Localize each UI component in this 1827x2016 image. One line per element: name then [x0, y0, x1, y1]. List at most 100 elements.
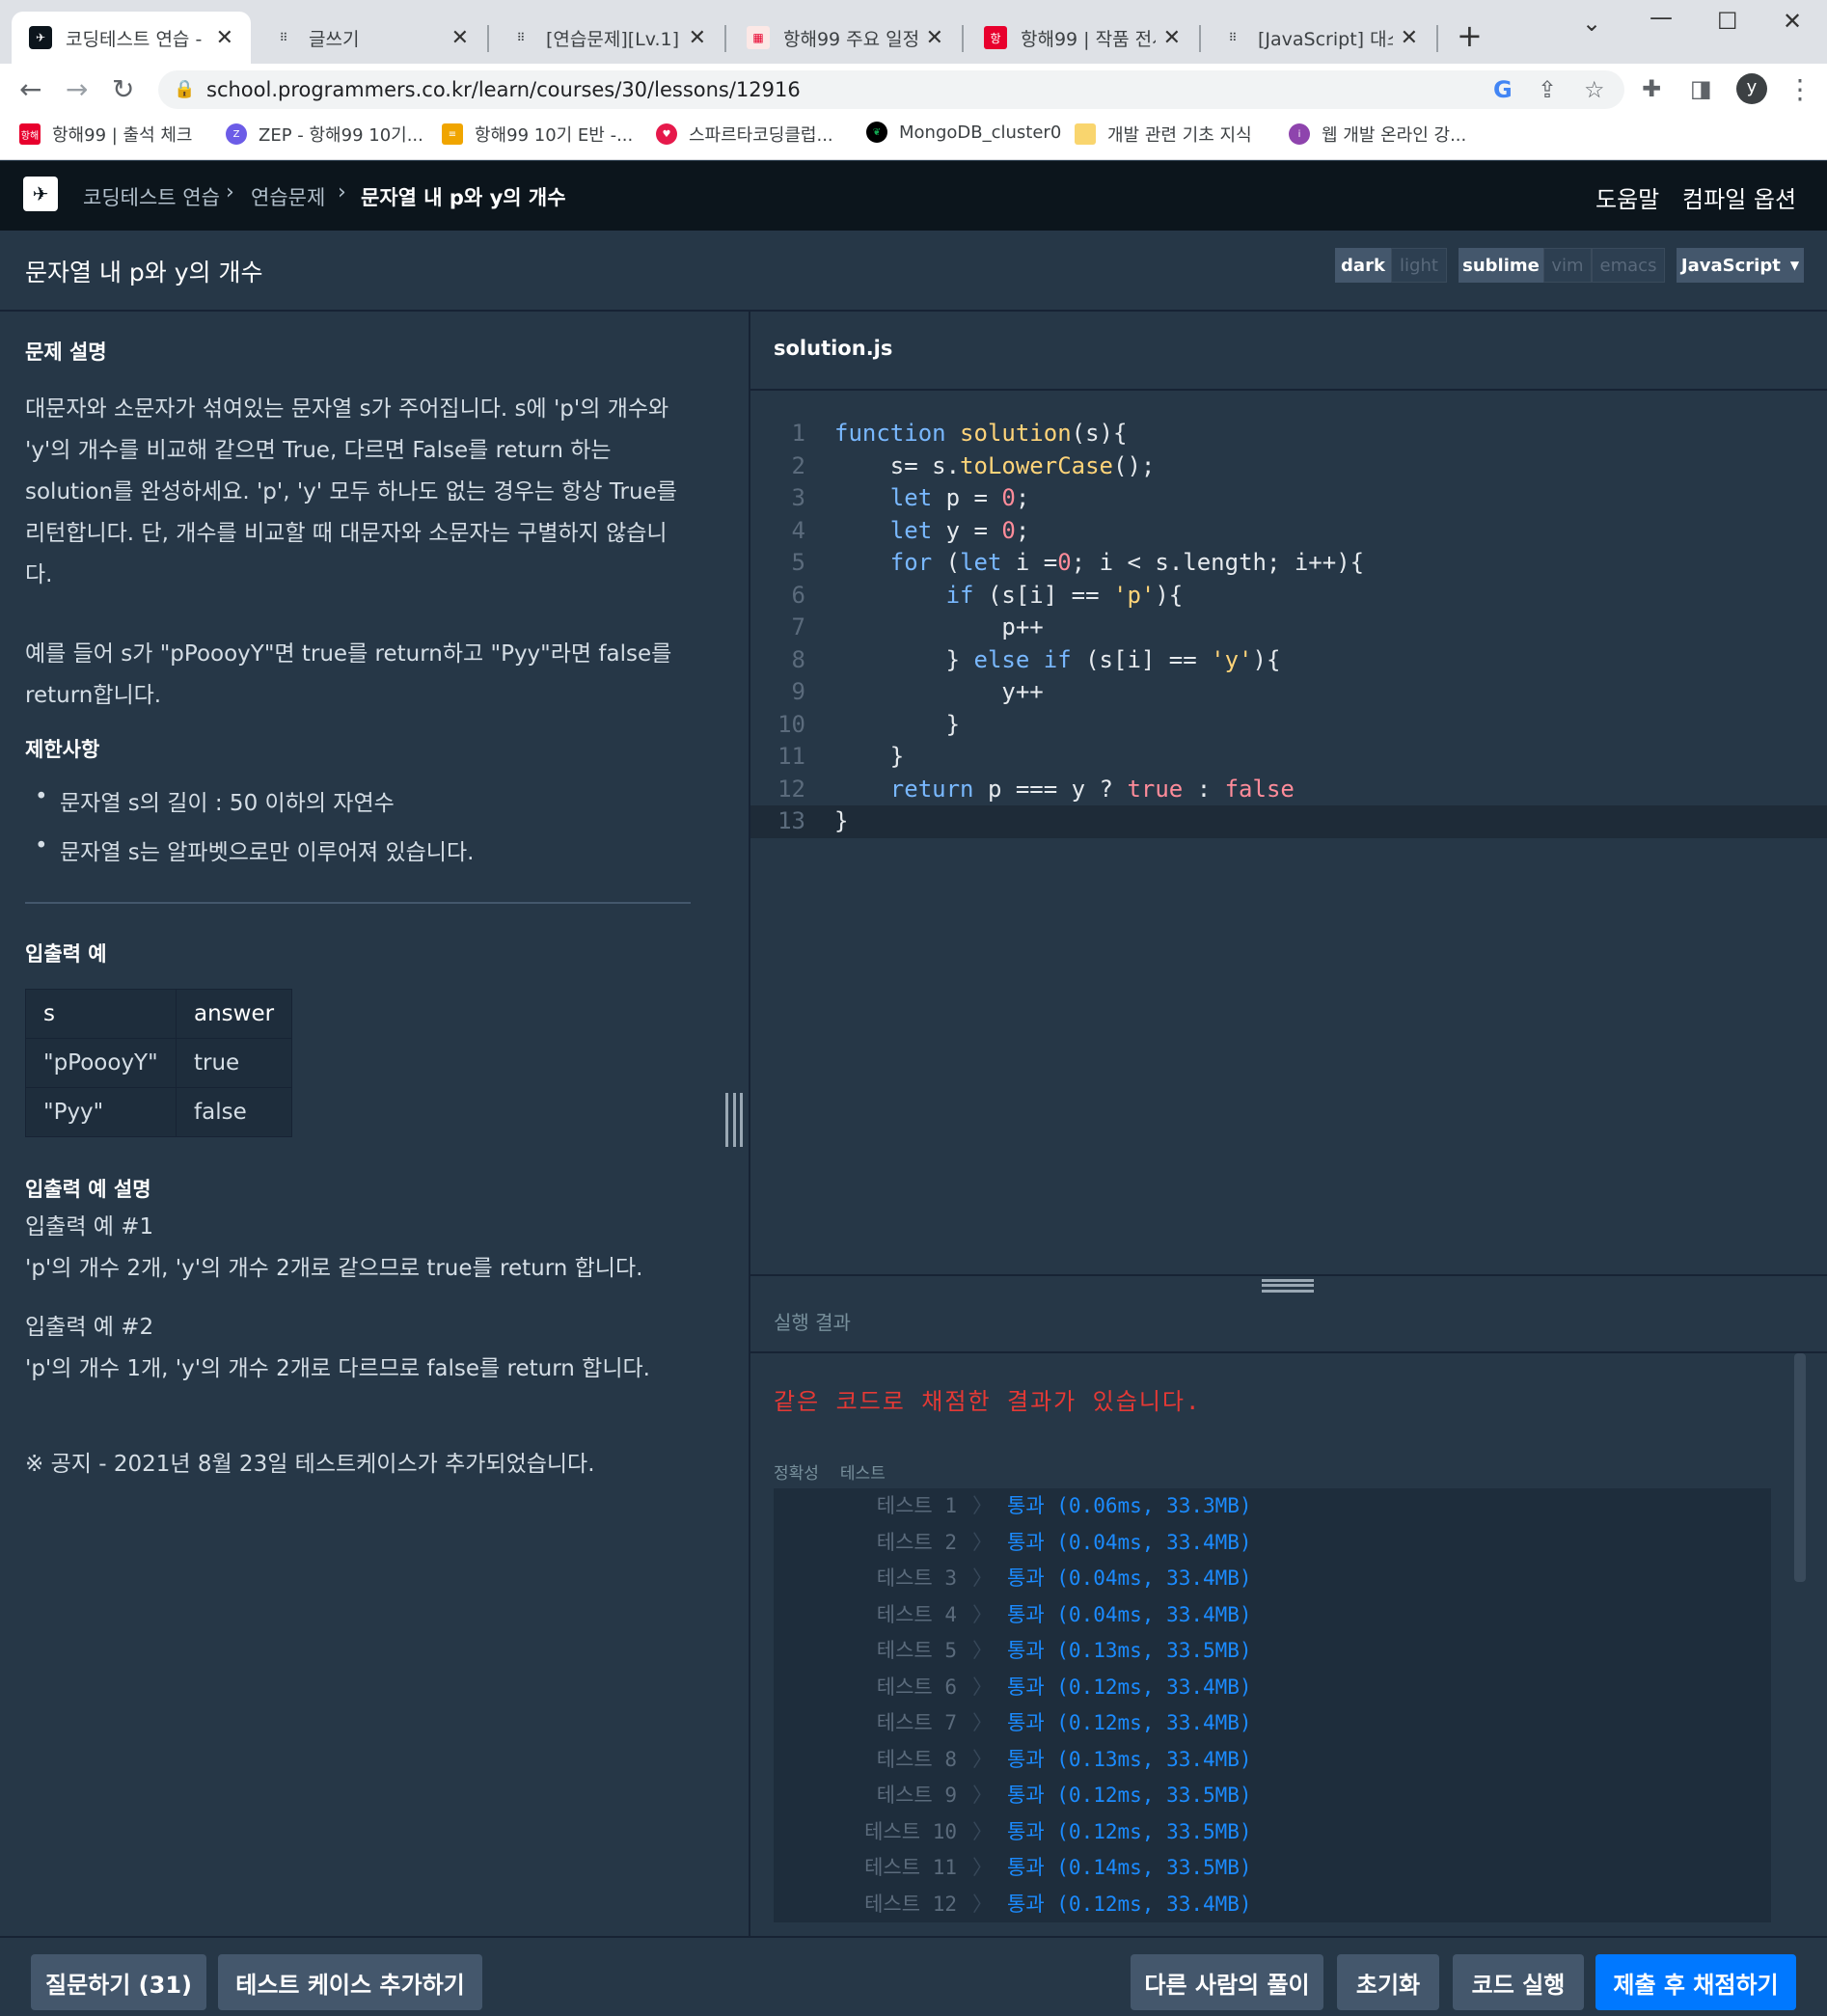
tab-close-icon[interactable]: ✕: [926, 26, 943, 50]
tab-close-icon[interactable]: ✕: [1163, 26, 1181, 50]
test-result-row: 테스트 11 〉 통과 (0.14ms, 33.5MB): [774, 1850, 1771, 1887]
side-panel-icon[interactable]: ◨: [1690, 75, 1712, 102]
line-number: 6: [791, 581, 805, 609]
new-tab-button[interactable]: +: [1457, 17, 1483, 54]
test-name: 테스트 4: [876, 1602, 957, 1626]
tab-search-icon[interactable]: ⌄: [1582, 10, 1601, 37]
tab-close-icon[interactable]: ✕: [216, 26, 233, 50]
browser-tab[interactable]: 항 항해99 | 작품 전시 ✕: [967, 12, 1198, 64]
tab-close-icon[interactable]: ✕: [451, 26, 469, 50]
editor-filename: solution.js: [774, 337, 893, 360]
tab-title: [연습문제][Lv.1] 정: [546, 28, 681, 50]
language-select[interactable]: JavaScript ▼: [1677, 248, 1804, 283]
programmers-favicon-icon: ✈: [29, 26, 52, 49]
code-text: }: [834, 710, 961, 738]
theme-dark-button[interactable]: dark: [1335, 248, 1391, 283]
chevron-right-icon: 〉: [972, 1494, 993, 1517]
tab-title: 항해99 | 작품 전시: [1021, 28, 1156, 50]
google-icon[interactable]: G: [1493, 76, 1513, 103]
bookmark-item[interactable]: 항해 항해99 | 출석 체크: [19, 122, 193, 147]
code-text: }: [834, 743, 905, 770]
tab-close-icon[interactable]: ✕: [689, 26, 706, 50]
code-line[interactable]: 12 return p === y ? true : false: [750, 774, 1827, 806]
code-line[interactable]: 10 }: [750, 709, 1827, 742]
bookmark-item[interactable]: ♥ 스파르타코딩클럽...: [656, 122, 833, 147]
window-close-icon[interactable]: ✕: [1783, 8, 1802, 35]
test-results-table: 테스트 1 〉 통과 (0.06ms, 33.3MB) 테스트 2 〉 통과 (0.04m…: [774, 1488, 1771, 1922]
bookmark-item[interactable]: Z ZEP - 항해99 10기...: [226, 122, 423, 147]
code-line[interactable]: 11 }: [750, 741, 1827, 774]
table-row: "pPoooyY" true: [25, 1038, 293, 1088]
code-text: if (s[i] == 'p'){: [945, 581, 1184, 609]
others-solution-button[interactable]: 다른 사람의 풀이: [1131, 1954, 1323, 2010]
code-line[interactable]: 1 function solution(s){: [750, 418, 1827, 450]
code-line[interactable]: 2 s= s.toLowerCase();: [750, 450, 1827, 483]
line-number: 12: [777, 775, 805, 803]
test-result: 통과 (0.14ms, 33.5MB): [1007, 1856, 1252, 1879]
submit-button[interactable]: 제출 후 채점하기: [1595, 1954, 1796, 2010]
horizontal-resize-handle[interactable]: [725, 1093, 743, 1147]
code-editor[interactable]: 1 function solution(s){2 s= s.toLowerCase…: [750, 391, 1827, 1274]
tab-close-icon[interactable]: ✕: [1401, 26, 1418, 50]
keymap-vim-button[interactable]: vim: [1543, 248, 1592, 283]
bookmark-star-icon[interactable]: ☆: [1584, 76, 1605, 103]
browser-tab[interactable]: ▦ 항해99 주요 일정 ✕: [729, 12, 961, 64]
browser-tab[interactable]: ⠿ [연습문제][Lv.1] 정 ✕: [492, 12, 723, 64]
browser-tab[interactable]: ⠿ 글쓰기 ✕: [255, 12, 486, 64]
chevron-right-icon: ›: [226, 180, 234, 204]
divider: [25, 902, 691, 904]
share-icon[interactable]: ⇪: [1538, 76, 1557, 103]
test-name: 테스트 1: [876, 1494, 957, 1517]
table-header-cell: answer: [175, 989, 293, 1039]
bookmark-item[interactable]: i 웹 개발 온라인 강...: [1289, 122, 1466, 147]
code-line[interactable]: 7 p++: [750, 612, 1827, 644]
theme-light-button[interactable]: light: [1391, 248, 1447, 283]
extensions-icon[interactable]: ✚: [1642, 75, 1661, 102]
tab-separator: [724, 25, 726, 52]
test-name: 테스트 6: [876, 1675, 957, 1699]
code-line[interactable]: 13}: [750, 805, 1827, 838]
bookmark-item[interactable]: ❦ MongoDB_cluster0: [866, 122, 1061, 143]
vertical-resize-handle[interactable]: [1262, 1279, 1314, 1293]
example-line: return합니다.: [25, 683, 162, 708]
chevron-right-icon: 〉: [972, 1747, 993, 1771]
caret-down-icon: ▼: [1789, 259, 1800, 272]
maximize-icon[interactable]: ☐: [1717, 8, 1738, 35]
code-line[interactable]: 9 y++: [750, 676, 1827, 709]
keymap-emacs-button[interactable]: emacs: [1592, 248, 1665, 283]
question-button[interactable]: 질문하기 (31): [31, 1954, 206, 2010]
minimize-icon[interactable]: —: [1650, 4, 1673, 31]
forward-arrow-icon[interactable]: →: [66, 73, 88, 105]
help-link[interactable]: 도움말: [1595, 180, 1659, 214]
line-number: 2: [791, 451, 805, 479]
code-line[interactable]: 8 } else if (s[i] == 'y'){: [750, 644, 1827, 677]
url-text[interactable]: school.programmers.co.kr/learn/courses/3…: [206, 78, 801, 101]
add-testcase-button[interactable]: 테스트 케이스 추가하기: [218, 1954, 482, 2010]
folder-bookmark-icon: [1075, 123, 1096, 145]
reset-button[interactable]: 초기화: [1337, 1954, 1439, 2010]
profile-avatar[interactable]: y: [1736, 73, 1767, 104]
breadcrumb-practice[interactable]: 연습문제: [251, 182, 325, 211]
test-result: 통과 (0.04ms, 33.4MB): [1007, 1530, 1252, 1554]
code-line[interactable]: 6 if (s[i] == 'p'){: [750, 580, 1827, 613]
code-line[interactable]: 5 for (let i =0; i < s.length; i++){: [750, 547, 1827, 580]
code-line[interactable]: 4 let y = 0;: [750, 515, 1827, 548]
browser-tab[interactable]: ⠿ [JavaScript] 대소문 ✕: [1204, 12, 1435, 64]
code-line[interactable]: 3 let p = 0;: [750, 482, 1827, 515]
omnibox[interactable]: 🔒 school.programmers.co.kr/learn/courses…: [158, 70, 1624, 109]
breadcrumb-coding-test[interactable]: 코딩테스트 연습: [83, 182, 220, 211]
programmers-logo-icon[interactable]: ✈: [23, 177, 58, 211]
compile-options-link[interactable]: 컴파일 옵션: [1682, 180, 1796, 214]
keymap-sublime-button[interactable]: sublime: [1459, 248, 1543, 283]
bookmark-item[interactable]: ≡ 항해99 10기 E반 -...: [442, 122, 633, 147]
table-cell: true: [175, 1038, 293, 1088]
back-arrow-icon[interactable]: ←: [19, 73, 41, 105]
code-text: y++: [834, 678, 1044, 705]
bookmark-item[interactable]: 개발 관련 기초 지식: [1075, 122, 1252, 147]
browser-tab-active[interactable]: ✈ 코딩테스트 연습 - ✕: [12, 12, 251, 64]
more-menu-icon[interactable]: ⋮: [1786, 73, 1813, 105]
result-scrollbar[interactable]: [1794, 1353, 1806, 1582]
reload-icon[interactable]: ↻: [112, 73, 134, 105]
run-code-button[interactable]: 코드 실행: [1453, 1954, 1584, 2010]
table-cell: "pPoooyY": [25, 1038, 177, 1088]
